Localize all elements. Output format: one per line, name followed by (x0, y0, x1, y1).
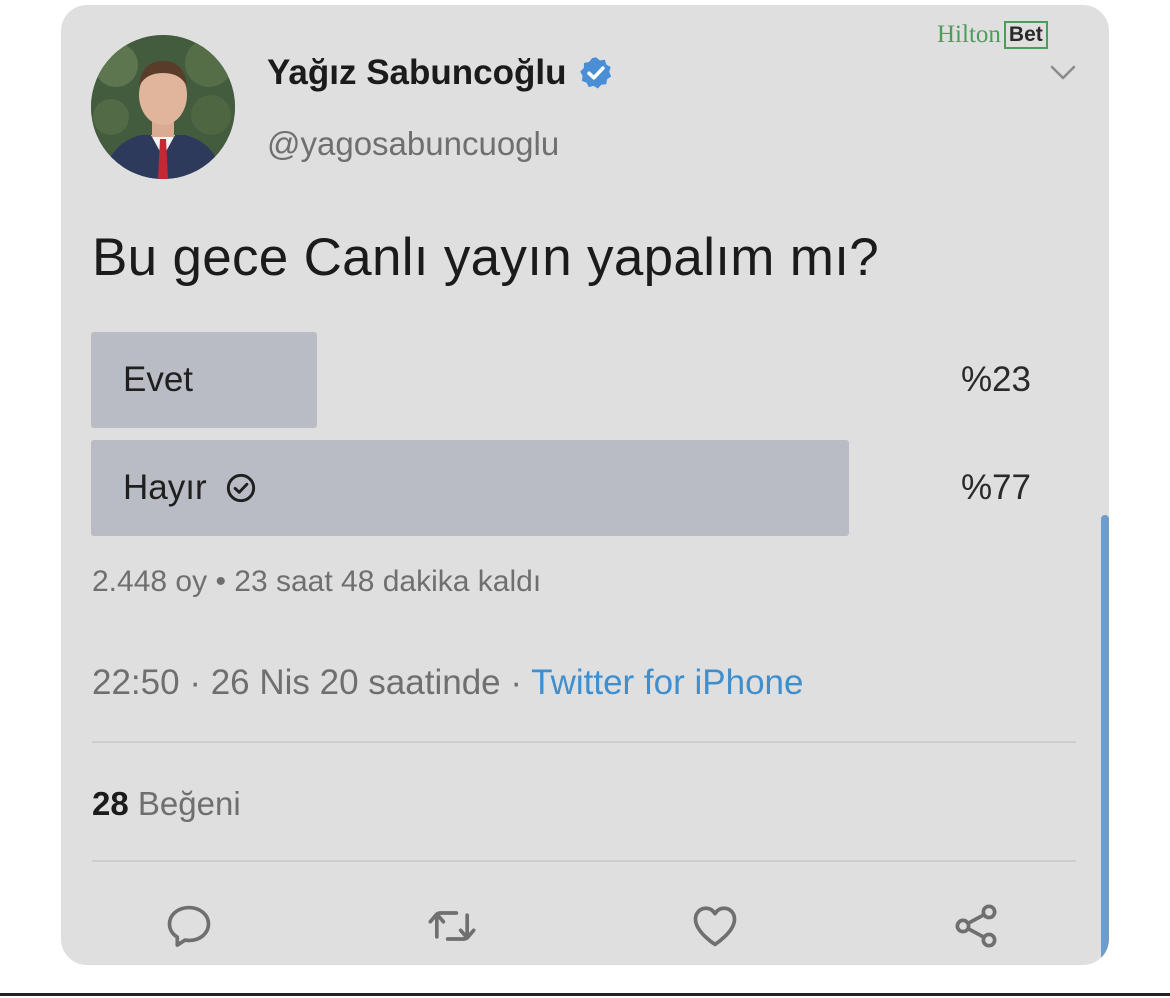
reply-button[interactable] (161, 898, 217, 954)
heart-icon (693, 906, 737, 947)
poll-option-evet: Evet %23 (91, 332, 1031, 428)
poll-time-left: 23 saat 48 dakika kaldı (234, 565, 542, 598)
avatar-image (91, 35, 235, 179)
author-handle[interactable]: @yagosabuncuoglu (267, 125, 559, 163)
divider (92, 860, 1076, 862)
watermark-logo: Hilton Bet (937, 21, 1048, 49)
watermark-badge: Bet (1003, 21, 1048, 49)
poll-option-label-row: Evet (123, 332, 193, 428)
poll-option-label-row: Hayır (123, 440, 257, 536)
tweet-time: 22:50 (92, 663, 180, 702)
poll-option-percent: %23 (960, 360, 1031, 399)
tweet-card: Hilton Bet Yağız Sabuncoğlu @yagosabuncu… (61, 5, 1109, 965)
poll-votes: 2.448 oy (92, 565, 208, 598)
like-button[interactable] (687, 898, 743, 954)
share-button[interactable] (948, 898, 1004, 954)
avatar[interactable] (91, 35, 235, 179)
tweet-date: 26 Nis 20 saatinde (210, 663, 501, 702)
retweet-button[interactable] (424, 898, 480, 954)
tweet-source-link[interactable]: Twitter for iPhone (531, 663, 803, 702)
check-circle-icon (226, 473, 255, 503)
retweet-icon (428, 911, 476, 941)
timestamp-separator: · (189, 663, 201, 702)
scrollbar[interactable] (1101, 515, 1109, 965)
likes-stat[interactable]: 28 Beğeni (92, 785, 241, 823)
likes-label: Beğeni (137, 785, 241, 822)
divider (92, 741, 1076, 743)
poll-option-percent: %77 (960, 468, 1031, 507)
tweet-timestamp: 22:50 · 26 Nis 20 saatinde · Twitter for… (92, 663, 803, 703)
verified-badge-icon (580, 57, 612, 89)
reply-icon (167, 905, 211, 947)
share-icon (955, 904, 997, 948)
poll-meta: 2.448 oy • 23 saat 48 dakika kaldı (92, 565, 541, 599)
poll-option-label: Hayır (123, 468, 207, 507)
watermark-brand: Hilton (937, 21, 1001, 48)
chevron-down-icon[interactable] (1049, 63, 1077, 83)
likes-count: 28 (92, 785, 129, 822)
timestamp-separator: · (510, 663, 523, 702)
poll-separator: • (215, 565, 226, 598)
bottom-border (0, 993, 1170, 996)
author-name[interactable]: Yağız Sabuncoğlu (267, 53, 566, 93)
author-name-row: Yağız Sabuncoğlu (267, 53, 614, 93)
poll-option-hayir: Hayır %77 (91, 440, 1031, 536)
poll-option-label: Evet (123, 360, 194, 399)
tweet-text: Bu gece Canlı yayın yapalım mı? (92, 228, 880, 287)
